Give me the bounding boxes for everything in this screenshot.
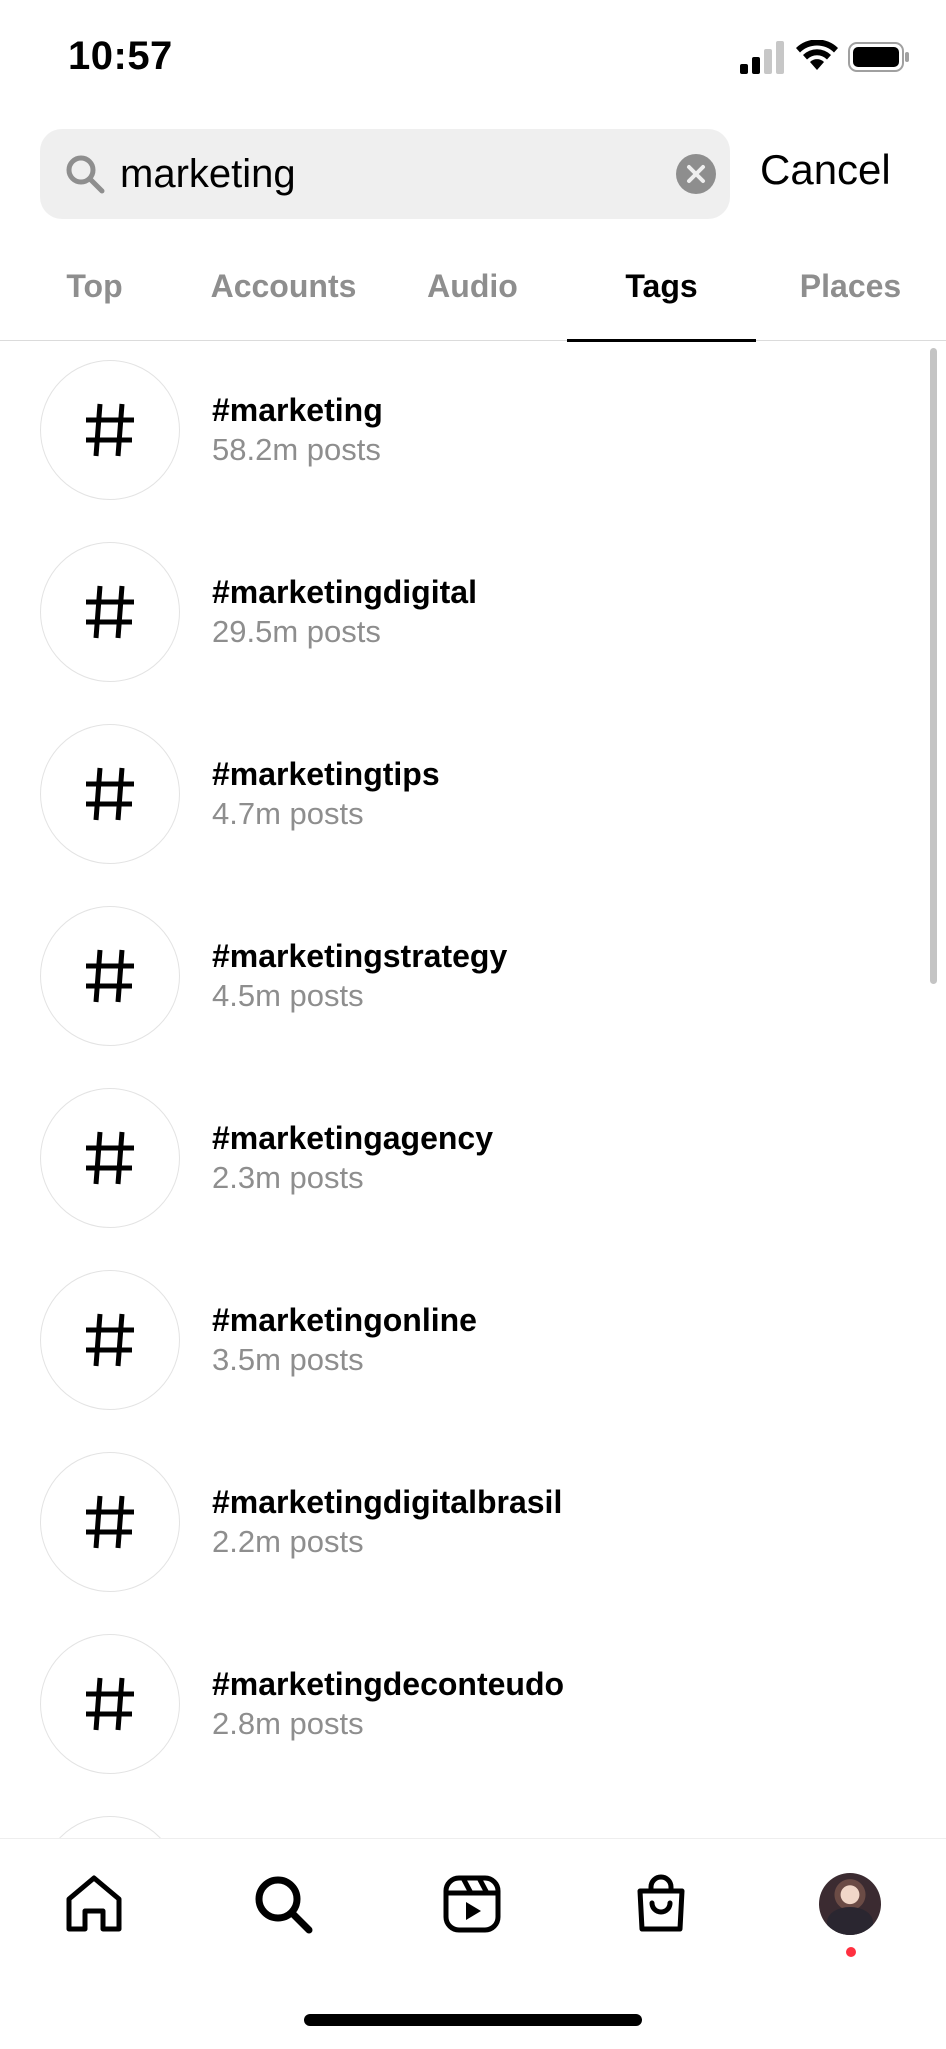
- tag-post-count: 29.5m posts: [212, 614, 381, 649]
- status-bar: 10:57: [0, 0, 946, 120]
- tag-post-count: 2.2m posts: [212, 1524, 364, 1559]
- nav-search[interactable]: [248, 1869, 318, 1939]
- hashtag-icon: [40, 1634, 180, 1774]
- reels-icon: [443, 1875, 501, 1933]
- profile-avatar[interactable]: [819, 1873, 881, 1935]
- tag-post-count: 4.7m posts: [212, 796, 364, 831]
- search-icon: [255, 1876, 313, 1934]
- tag-row-partial[interactable]: [0, 1798, 930, 1838]
- tag-post-count: 58.2m posts: [212, 432, 381, 467]
- hashtag-icon: [40, 1452, 180, 1592]
- cellular-signal-icon: [740, 41, 784, 74]
- tag-results-list[interactable]: #marketing 58.2m posts #marketingdigital…: [0, 342, 946, 1838]
- status-time: 10:57: [68, 34, 173, 78]
- tag-name: #marketingagency: [212, 1120, 494, 1156]
- wifi-icon: [796, 40, 838, 70]
- home-icon: [66, 1875, 122, 1932]
- nav-shop[interactable]: [626, 1869, 696, 1939]
- tag-name: #marketingdeconteudo: [212, 1666, 565, 1702]
- tab-top[interactable]: Top: [0, 248, 189, 340]
- tab-tags[interactable]: Tags: [567, 248, 756, 342]
- tag-row[interactable]: #marketingstrategy 4.5m posts: [0, 888, 930, 1070]
- tag-row[interactable]: #marketingdigital 29.5m posts: [0, 524, 930, 706]
- clear-search-icon[interactable]: [676, 154, 716, 194]
- hashtag-icon: [40, 542, 180, 682]
- scrollbar[interactable]: [930, 348, 937, 984]
- hashtag-icon: [40, 1088, 180, 1228]
- tag-post-count: 2.8m posts: [212, 1706, 364, 1741]
- tag-row[interactable]: #marketingdeconteudo 2.8m posts: [0, 1616, 930, 1798]
- tab-places[interactable]: Places: [756, 248, 945, 340]
- tag-post-count: 4.5m posts: [212, 978, 364, 1013]
- nav-home[interactable]: [59, 1869, 129, 1939]
- tag-name: #marketingtips: [212, 756, 440, 792]
- tag-name: #marketingdigitalbrasil: [212, 1484, 563, 1520]
- hashtag-icon: [40, 724, 180, 864]
- notification-dot: [846, 1947, 856, 1957]
- search-icon: [66, 155, 105, 194]
- tag-row[interactable]: #marketingtips 4.7m posts: [0, 706, 930, 888]
- tag-row[interactable]: #marketingonline 3.5m posts: [0, 1252, 930, 1434]
- search-tabs: Top Accounts Audio Tags Places: [0, 248, 946, 342]
- tag-name: #marketingstrategy: [212, 938, 508, 974]
- tab-audio[interactable]: Audio: [378, 248, 567, 340]
- search-input[interactable]: [120, 129, 700, 219]
- hashtag-icon: [40, 1816, 180, 1838]
- battery-icon: [848, 42, 909, 72]
- home-indicator[interactable]: [304, 2014, 642, 2026]
- hashtag-icon: [40, 1270, 180, 1410]
- shop-icon: [637, 1874, 685, 1932]
- tag-name: #marketingdigital: [212, 574, 477, 610]
- tag-post-count: 3.5m posts: [212, 1342, 364, 1377]
- nav-reels[interactable]: [437, 1869, 507, 1939]
- hashtag-icon: [40, 906, 180, 1046]
- tag-name: #marketingonline: [212, 1302, 477, 1338]
- tab-accounts[interactable]: Accounts: [189, 248, 378, 340]
- search-bar[interactable]: [40, 129, 730, 219]
- tag-post-count: 2.3m posts: [212, 1160, 364, 1195]
- tag-name: #marketing: [212, 392, 383, 428]
- hashtag-icon: [40, 360, 180, 500]
- tag-row[interactable]: #marketingagency 2.3m posts: [0, 1070, 930, 1252]
- tag-row[interactable]: #marketing 58.2m posts: [0, 342, 930, 524]
- cancel-button[interactable]: Cancel: [760, 146, 891, 194]
- tag-row[interactable]: #marketingdigitalbrasil 2.2m posts: [0, 1434, 930, 1616]
